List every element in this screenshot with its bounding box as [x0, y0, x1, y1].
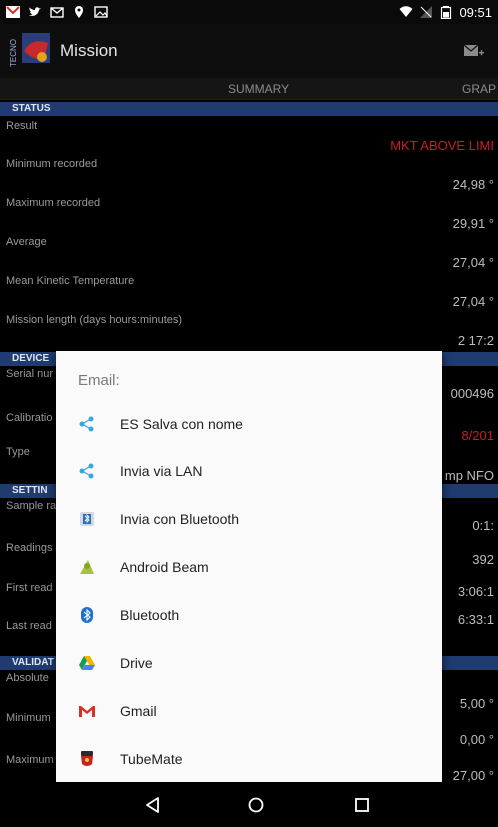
- new-email-icon[interactable]: [464, 42, 484, 58]
- row-label: Readings: [6, 542, 53, 554]
- battery-icon: [441, 6, 452, 19]
- wifi-icon: [399, 6, 413, 17]
- share-option-label: ES Salva con nome: [120, 416, 243, 432]
- row-value: 2 17:2: [457, 333, 494, 348]
- no-signal-icon: [420, 6, 433, 18]
- share-option-invia-bluetooth[interactable]: Invia con Bluetooth: [56, 496, 442, 542]
- row-value: 24,98 °: [452, 177, 494, 192]
- svg-text:TECNO: TECNO: [10, 39, 18, 67]
- section-header-status: STATUS: [0, 102, 498, 116]
- row-value: 29,91 °: [452, 216, 494, 231]
- row-value: 27,04 °: [452, 255, 494, 270]
- share-option-label: Gmail: [120, 703, 157, 719]
- row-value: 27,04 °: [452, 294, 494, 309]
- row-label: Type: [6, 446, 30, 458]
- row-label: Sample ra: [6, 500, 57, 512]
- row-label: Minimum recorded: [6, 158, 98, 170]
- tab-summary[interactable]: SUMMARY: [228, 82, 289, 96]
- row-value: 8/201: [461, 428, 494, 443]
- row-label: Maximum: [6, 754, 54, 766]
- app-logo: TECNO: [9, 31, 52, 71]
- row-label: Minimum: [6, 712, 51, 724]
- navigation-bar: [0, 783, 498, 827]
- share-option-tubemate[interactable]: TubeMate: [56, 736, 442, 782]
- tab-bar: SUMMARY GRAP: [0, 78, 498, 100]
- row-value: 6:33:1: [457, 612, 494, 627]
- row-value: 27,00 °: [452, 768, 494, 783]
- row-value: 5,00 °: [459, 696, 494, 711]
- row-value: 0:1:: [472, 518, 494, 533]
- share-icon: [78, 415, 96, 433]
- share-dialog: Email: ES Salva con nome Invia via LAN I…: [56, 351, 442, 782]
- share-option-label: Invia con Bluetooth: [120, 511, 240, 527]
- share-option-label: Android Beam: [120, 559, 209, 575]
- bluetooth-icon: [78, 606, 96, 624]
- row-label: Mission length (days hours:minutes): [6, 314, 183, 326]
- row-label: First read: [6, 582, 53, 594]
- recents-icon[interactable]: [352, 795, 372, 815]
- share-option-drive[interactable]: Drive: [56, 640, 442, 686]
- row-label: Maximum recorded: [6, 197, 101, 209]
- home-icon[interactable]: [246, 795, 266, 815]
- share-option-android-beam[interactable]: Android Beam: [56, 544, 442, 590]
- share-option-label: Drive: [120, 655, 153, 671]
- clock: 09:51: [459, 4, 492, 20]
- location-pin-icon: [75, 6, 83, 18]
- back-icon[interactable]: [143, 795, 163, 815]
- share-option-label: Invia via LAN: [120, 463, 203, 479]
- share-option-invia-lan[interactable]: Invia via LAN: [56, 448, 442, 494]
- gmail-icon: [78, 702, 96, 720]
- row-label: Serial nur: [6, 368, 54, 380]
- android-icon: [78, 558, 96, 576]
- page-title: Mission: [60, 41, 118, 60]
- app-bar: TECNO Mission: [0, 24, 498, 78]
- share-option-label: Bluetooth: [120, 607, 180, 623]
- tab-graph[interactable]: GRAP: [462, 82, 496, 96]
- twitter-icon: [29, 7, 41, 16]
- row-label: Mean Kinetic Temperature: [6, 275, 135, 287]
- row-value: MKT ABOVE LIMI: [390, 138, 494, 153]
- mail-icon: [50, 7, 64, 18]
- share-option-bluetooth[interactable]: Bluetooth: [56, 592, 442, 638]
- image-icon: [94, 6, 108, 18]
- share-option-gmail[interactable]: Gmail: [56, 688, 442, 734]
- gmail-icon: [6, 6, 20, 18]
- share-option-label: TubeMate: [120, 751, 183, 767]
- row-value: 000496: [450, 386, 494, 401]
- share-icon: [78, 462, 96, 480]
- share-option-es-salva[interactable]: ES Salva con nome: [56, 401, 442, 447]
- drive-icon: [78, 654, 96, 672]
- bluetooth-file-icon: [78, 510, 96, 528]
- row-label: Result: [6, 120, 38, 132]
- row-value: mp NFO: [444, 468, 494, 483]
- row-value: 392: [472, 552, 494, 567]
- row-value: 0,00 °: [459, 732, 494, 747]
- row-label: Average: [6, 236, 47, 248]
- row-value: 3:06:1: [457, 584, 494, 599]
- dialog-title: Email:: [78, 372, 120, 389]
- row-label: Absolute: [6, 672, 49, 684]
- row-label: Last read: [6, 620, 52, 632]
- row-label: Calibratio: [6, 412, 53, 424]
- tubemate-icon: [78, 750, 96, 768]
- status-bar: 09:51: [0, 0, 498, 24]
